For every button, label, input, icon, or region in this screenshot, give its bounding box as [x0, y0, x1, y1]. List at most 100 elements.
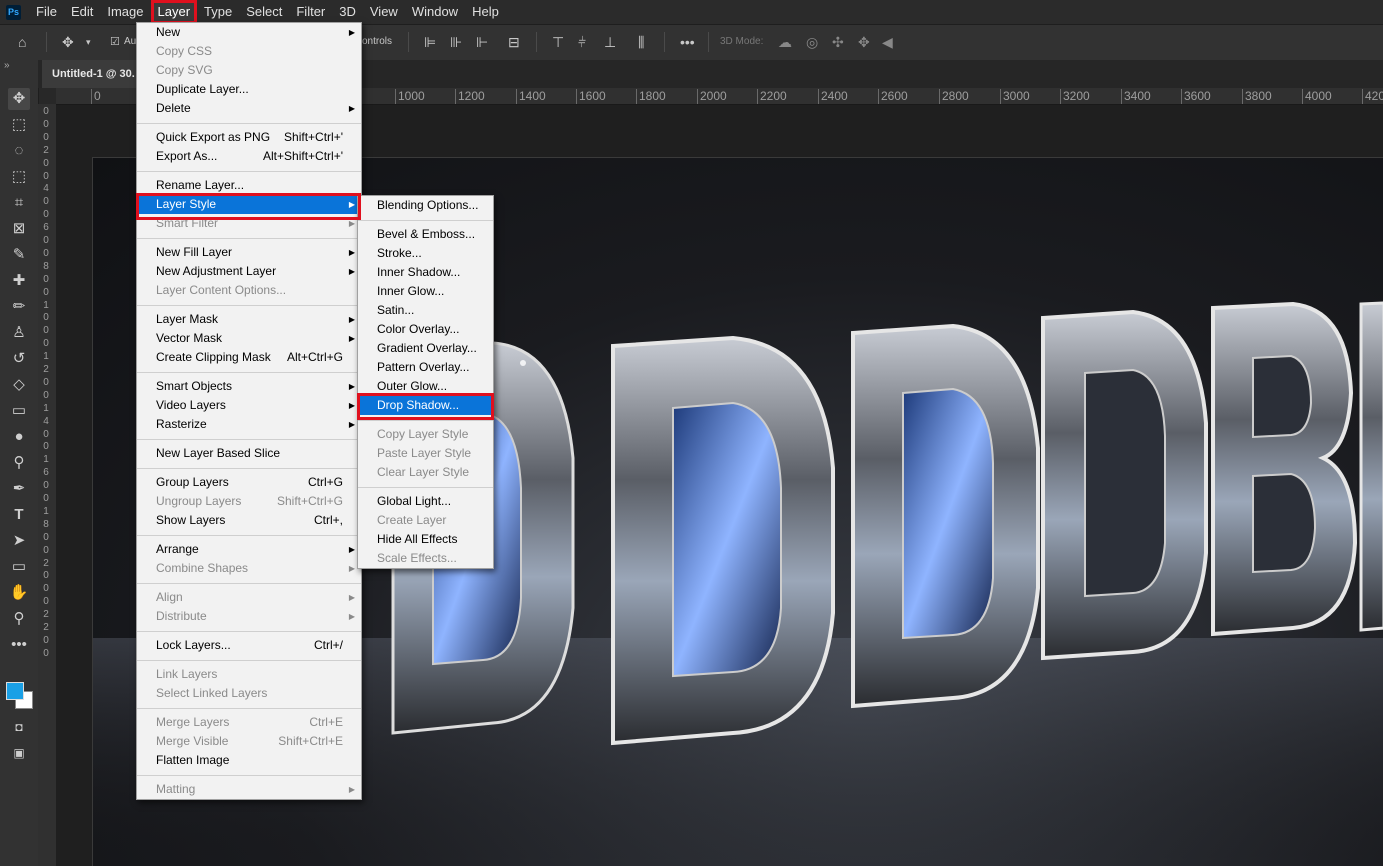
- screen-mode-icon[interactable]: ▣: [8, 742, 30, 764]
- foreground-color-swatch[interactable]: [6, 682, 24, 700]
- blur-icon[interactable]: ●: [8, 426, 30, 448]
- menu-item-arrange[interactable]: Arrange ▶: [137, 540, 361, 559]
- menu-item-new-fill-layer[interactable]: New Fill Layer ▶: [137, 243, 361, 262]
- move-options-icon[interactable]: ✥: [62, 34, 74, 51]
- menu-item-bevel-emboss[interactable]: Bevel & Emboss...: [358, 225, 493, 244]
- menu-item-blending-options[interactable]: Blending Options...: [358, 196, 493, 215]
- menu-item-color-overlay[interactable]: Color Overlay...: [358, 320, 493, 339]
- scale-3d-icon[interactable]: ◀: [882, 34, 893, 51]
- menu-item-label: New Fill Layer: [156, 245, 233, 259]
- ruler-digit: 0: [43, 389, 49, 401]
- stamp-icon[interactable]: ♙: [8, 322, 30, 344]
- menu-item-merge-layers: Merge Layers Ctrl+E: [137, 713, 361, 732]
- eyedropper-icon[interactable]: ✎: [8, 244, 30, 266]
- history-brush-icon[interactable]: ↺: [8, 348, 30, 370]
- auto-select-checkbox[interactable]: ☑: [110, 35, 120, 48]
- menu-item-quick-export-as-png[interactable]: Quick Export as PNG Shift+Ctrl+': [137, 128, 361, 147]
- ruler-digit: 4: [43, 183, 49, 195]
- menu-filter[interactable]: Filter: [289, 0, 332, 24]
- menu-3d[interactable]: 3D: [332, 0, 363, 24]
- document-tab[interactable]: Untitled-1 @ 30.: [42, 60, 145, 88]
- chevron-down-icon[interactable]: ▾: [86, 37, 91, 48]
- distribute-icon[interactable]: ⊟: [508, 34, 520, 51]
- align-bottom-icon[interactable]: ⊥: [604, 34, 616, 51]
- lasso-icon[interactable]: ◌: [8, 140, 30, 162]
- menu-item-outer-glow[interactable]: Outer Glow...: [358, 377, 493, 396]
- menu-item-show-layers[interactable]: Show Layers Ctrl+,: [137, 511, 361, 530]
- menu-help[interactable]: Help: [465, 0, 506, 24]
- path-select-icon[interactable]: ➤: [8, 530, 30, 552]
- menu-item-new[interactable]: New ▶: [137, 23, 361, 42]
- menu-item-flatten-image[interactable]: Flatten Image: [137, 751, 361, 770]
- menu-item-inner-glow[interactable]: Inner Glow...: [358, 282, 493, 301]
- quick-mask-icon[interactable]: ◘: [8, 716, 30, 738]
- menu-item-global-light[interactable]: Global Light...: [358, 492, 493, 511]
- roll-3d-icon[interactable]: ◎: [806, 34, 818, 51]
- slide-3d-icon[interactable]: ✥: [858, 34, 870, 51]
- menu-item-label: Rasterize: [156, 417, 207, 431]
- menu-item-inner-shadow[interactable]: Inner Shadow...: [358, 263, 493, 282]
- zoom-icon[interactable]: ⚲: [8, 608, 30, 630]
- align-center-icon[interactable]: ⊪: [450, 34, 462, 51]
- menu-image[interactable]: Image: [100, 0, 150, 24]
- gradient-icon[interactable]: ▭: [8, 400, 30, 422]
- menu-item-smart-objects[interactable]: Smart Objects ▶: [137, 377, 361, 396]
- pan-3d-icon[interactable]: ✣: [832, 34, 844, 51]
- menu-separator: [137, 372, 361, 373]
- menu-item-drop-shadow[interactable]: Drop Shadow...: [358, 396, 493, 415]
- rectangle-icon[interactable]: ▭: [8, 556, 30, 578]
- menu-item-group-layers[interactable]: Group Layers Ctrl+G: [137, 473, 361, 492]
- menu-item-video-layers[interactable]: Video Layers ▶: [137, 396, 361, 415]
- more-icon[interactable]: •••: [8, 634, 30, 656]
- eraser-icon[interactable]: ◇: [8, 374, 30, 396]
- more-options-icon[interactable]: •••: [680, 34, 695, 50]
- hand-icon[interactable]: ✋: [8, 582, 30, 604]
- menu-item-new-adjustment-layer[interactable]: New Adjustment Layer ▶: [137, 262, 361, 281]
- align-left-icon[interactable]: ⊫: [424, 34, 436, 51]
- distribute-vertical-icon[interactable]: ⫼: [638, 34, 644, 51]
- healing-icon[interactable]: ✚: [8, 270, 30, 292]
- menu-item-gradient-overlay[interactable]: Gradient Overlay...: [358, 339, 493, 358]
- menu-window[interactable]: Window: [405, 0, 465, 24]
- menu-item-pattern-overlay[interactable]: Pattern Overlay...: [358, 358, 493, 377]
- photoshop-logo: Ps: [6, 4, 21, 20]
- menu-item-label: Global Light...: [377, 494, 452, 508]
- menu-view[interactable]: View: [363, 0, 405, 24]
- align-middle-icon[interactable]: ⫩: [578, 34, 586, 51]
- menu-item-new-layer-based-slice[interactable]: New Layer Based Slice: [137, 444, 361, 463]
- menu-item-layer-mask[interactable]: Layer Mask ▶: [137, 310, 361, 329]
- align-top-icon[interactable]: ⊤: [552, 34, 564, 51]
- brush-icon[interactable]: ✏: [8, 296, 30, 318]
- menu-item-export-as[interactable]: Export As... Alt+Shift+Ctrl+': [137, 147, 361, 166]
- orbit-3d-icon[interactable]: ☁: [778, 34, 792, 51]
- collapse-icon[interactable]: »: [4, 60, 10, 71]
- menu-item-vector-mask[interactable]: Vector Mask ▶: [137, 329, 361, 348]
- menu-edit[interactable]: Edit: [64, 0, 100, 24]
- frame-icon[interactable]: ⊠: [8, 218, 30, 240]
- menu-item-hide-all-effects[interactable]: Hide All Effects: [358, 530, 493, 549]
- menu-item-delete[interactable]: Delete ▶: [137, 99, 361, 118]
- menu-item-create-clipping-mask[interactable]: Create Clipping Mask Alt+Ctrl+G: [137, 348, 361, 367]
- menu-item-rasterize[interactable]: Rasterize ▶: [137, 415, 361, 434]
- menu-item-duplicate-layer[interactable]: Duplicate Layer...: [137, 80, 361, 99]
- menu-item-label: Copy Layer Style: [377, 427, 469, 441]
- menu-item-layer-style[interactable]: Layer Style ▶: [137, 195, 361, 214]
- menu-item-lock-layers[interactable]: Lock Layers... Ctrl+/: [137, 636, 361, 655]
- type-icon[interactable]: T: [8, 504, 30, 526]
- menu-item-stroke[interactable]: Stroke...: [358, 244, 493, 263]
- object-select-icon[interactable]: ⬚: [8, 166, 30, 188]
- crop-icon[interactable]: ⌗: [8, 192, 30, 214]
- menu-item-label: Inner Shadow...: [377, 265, 461, 279]
- menu-file[interactable]: File: [29, 0, 64, 24]
- marquee-icon[interactable]: ⬚: [8, 114, 30, 136]
- pen-icon[interactable]: ✒: [8, 478, 30, 500]
- menu-type[interactable]: Type: [197, 0, 239, 24]
- dodge-icon[interactable]: ⚲: [8, 452, 30, 474]
- menu-select[interactable]: Select: [239, 0, 289, 24]
- home-icon[interactable]: ⌂: [18, 34, 26, 50]
- menu-item-satin[interactable]: Satin...: [358, 301, 493, 320]
- align-right-icon[interactable]: ⊩: [476, 34, 488, 51]
- menu-item-rename-layer[interactable]: Rename Layer...: [137, 176, 361, 195]
- move-icon[interactable]: ✥: [8, 88, 30, 110]
- menu-layer[interactable]: Layer: [150, 0, 198, 24]
